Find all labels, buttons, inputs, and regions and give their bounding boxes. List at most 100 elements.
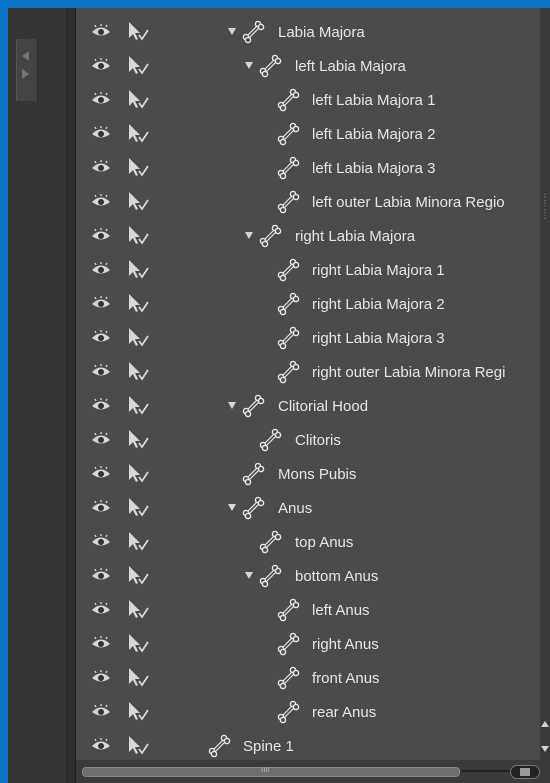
eye-icon[interactable] — [91, 92, 111, 106]
eye-icon[interactable] — [91, 364, 111, 378]
eye-icon[interactable] — [91, 636, 111, 650]
tree-row[interactable]: left Labia Majora — [76, 49, 550, 83]
zoom-track — [462, 770, 512, 772]
tree-row-label: left Labia Majora 3 — [312, 160, 436, 177]
pointer-check-icon[interactable] — [126, 462, 150, 484]
pointer-check-icon[interactable] — [126, 734, 150, 756]
eye-icon[interactable] — [91, 194, 111, 208]
pointer-check-icon[interactable] — [126, 530, 150, 552]
tree-row[interactable]: left Labia Majora 2 — [76, 117, 550, 151]
bone-icon — [259, 428, 282, 452]
panel-splitter[interactable] — [67, 8, 76, 783]
tree-row[interactable]: bottom Anus — [76, 559, 550, 593]
tree-row[interactable]: left Anus — [76, 593, 550, 627]
tree-row-label: left Anus — [312, 602, 370, 619]
scene-panel: Labia Majora left Labia Majora left Labi… — [8, 8, 550, 783]
tree-row[interactable]: Clitoris — [76, 423, 550, 457]
eye-icon[interactable] — [91, 398, 111, 412]
triangle-down-icon[interactable] — [245, 232, 253, 239]
tree-row-label: right Labia Majora 3 — [312, 330, 445, 347]
pointer-check-icon[interactable] — [126, 292, 150, 314]
pointer-check-icon[interactable] — [126, 496, 150, 518]
triangle-down-icon[interactable] — [245, 572, 253, 579]
tree-row[interactable]: left Labia Majora 3 — [76, 151, 550, 185]
tree-row-label: top Anus — [295, 534, 354, 551]
bone-icon — [259, 530, 282, 554]
tree-row[interactable]: Spine 1 — [76, 729, 550, 763]
tree-row[interactable]: right outer Labia Minora Regi — [76, 355, 550, 389]
eye-icon[interactable] — [91, 466, 111, 480]
tree-row[interactable]: Anus — [76, 491, 550, 525]
bone-icon — [277, 700, 300, 724]
pointer-check-icon[interactable] — [126, 598, 150, 620]
tree-row[interactable]: top Anus — [76, 525, 550, 559]
zoom-slider[interactable] — [510, 765, 540, 779]
eye-icon[interactable] — [91, 160, 111, 174]
vertical-scrollbar[interactable]: ⋮ ⋮ ⋮ — [540, 8, 550, 783]
tree-row[interactable]: right Anus — [76, 627, 550, 661]
scrollbar-thumb[interactable]: ıııı — [82, 765, 460, 777]
pointer-check-icon[interactable] — [126, 258, 150, 280]
dock-collapse-handle[interactable] — [16, 39, 38, 101]
eye-icon[interactable] — [91, 534, 111, 548]
tree-row[interactable]: right Labia Majora 2 — [76, 287, 550, 321]
eye-icon[interactable] — [91, 738, 111, 752]
horizontal-scrollbar[interactable]: ıııı — [76, 760, 540, 783]
pointer-check-icon[interactable] — [126, 564, 150, 586]
pointer-check-icon[interactable] — [126, 394, 150, 416]
pointer-check-icon[interactable] — [126, 700, 150, 722]
bone-icon — [208, 734, 231, 758]
tree-row[interactable]: right Labia Majora 1 — [76, 253, 550, 287]
bone-icon — [277, 190, 300, 214]
eye-icon[interactable] — [91, 228, 111, 242]
eye-icon[interactable] — [91, 126, 111, 140]
scroll-up-icon[interactable] — [541, 721, 549, 727]
pointer-check-icon[interactable] — [126, 88, 150, 110]
bone-icon — [242, 394, 265, 418]
eye-icon[interactable] — [91, 500, 111, 514]
pointer-check-icon[interactable] — [126, 224, 150, 246]
pointer-check-icon[interactable] — [126, 122, 150, 144]
eye-icon[interactable] — [91, 670, 111, 684]
tree-row[interactable]: Clitorial Hood — [76, 389, 550, 423]
tree-row-label: Labia Majora — [278, 24, 365, 41]
scroll-down-icon[interactable] — [541, 746, 549, 752]
triangle-down-icon[interactable] — [228, 504, 236, 511]
pointer-check-icon[interactable] — [126, 632, 150, 654]
arrow-left-icon — [22, 51, 29, 61]
pointer-check-icon[interactable] — [126, 190, 150, 212]
eye-icon[interactable] — [91, 58, 111, 72]
pointer-check-icon[interactable] — [126, 326, 150, 348]
tree-row[interactable]: left Labia Majora 1 — [76, 83, 550, 117]
left-dock — [8, 8, 67, 783]
eye-icon[interactable] — [91, 602, 111, 616]
zoom-handle[interactable] — [520, 768, 530, 776]
bone-icon — [259, 224, 282, 248]
eye-icon[interactable] — [91, 330, 111, 344]
tree-row[interactable]: Labia Majora — [76, 15, 550, 49]
eye-icon[interactable] — [91, 704, 111, 718]
pointer-check-icon[interactable] — [126, 54, 150, 76]
tree-row[interactable]: rear Anus — [76, 695, 550, 729]
pointer-check-icon[interactable] — [126, 20, 150, 42]
triangle-down-icon[interactable] — [228, 28, 236, 35]
tree-row[interactable]: left outer Labia Minora Regio — [76, 185, 550, 219]
scrollbar-grip[interactable]: ⋮ ⋮ ⋮ — [540, 193, 550, 229]
pointer-check-icon[interactable] — [126, 666, 150, 688]
eye-icon[interactable] — [91, 296, 111, 310]
tree-row[interactable]: right Labia Majora — [76, 219, 550, 253]
eye-icon[interactable] — [91, 568, 111, 582]
pointer-check-icon[interactable] — [126, 360, 150, 382]
tree-row[interactable]: front Anus — [76, 661, 550, 695]
eye-icon[interactable] — [91, 24, 111, 38]
pointer-check-icon[interactable] — [126, 428, 150, 450]
eye-icon[interactable] — [91, 262, 111, 276]
bone-icon — [277, 156, 300, 180]
triangle-down-icon[interactable] — [245, 62, 253, 69]
tree-row-label: front Anus — [312, 670, 380, 687]
tree-row[interactable]: Mons Pubis — [76, 457, 550, 491]
pointer-check-icon[interactable] — [126, 156, 150, 178]
triangle-down-icon[interactable] — [228, 402, 236, 409]
tree-row[interactable]: right Labia Majora 3 — [76, 321, 550, 355]
eye-icon[interactable] — [91, 432, 111, 446]
